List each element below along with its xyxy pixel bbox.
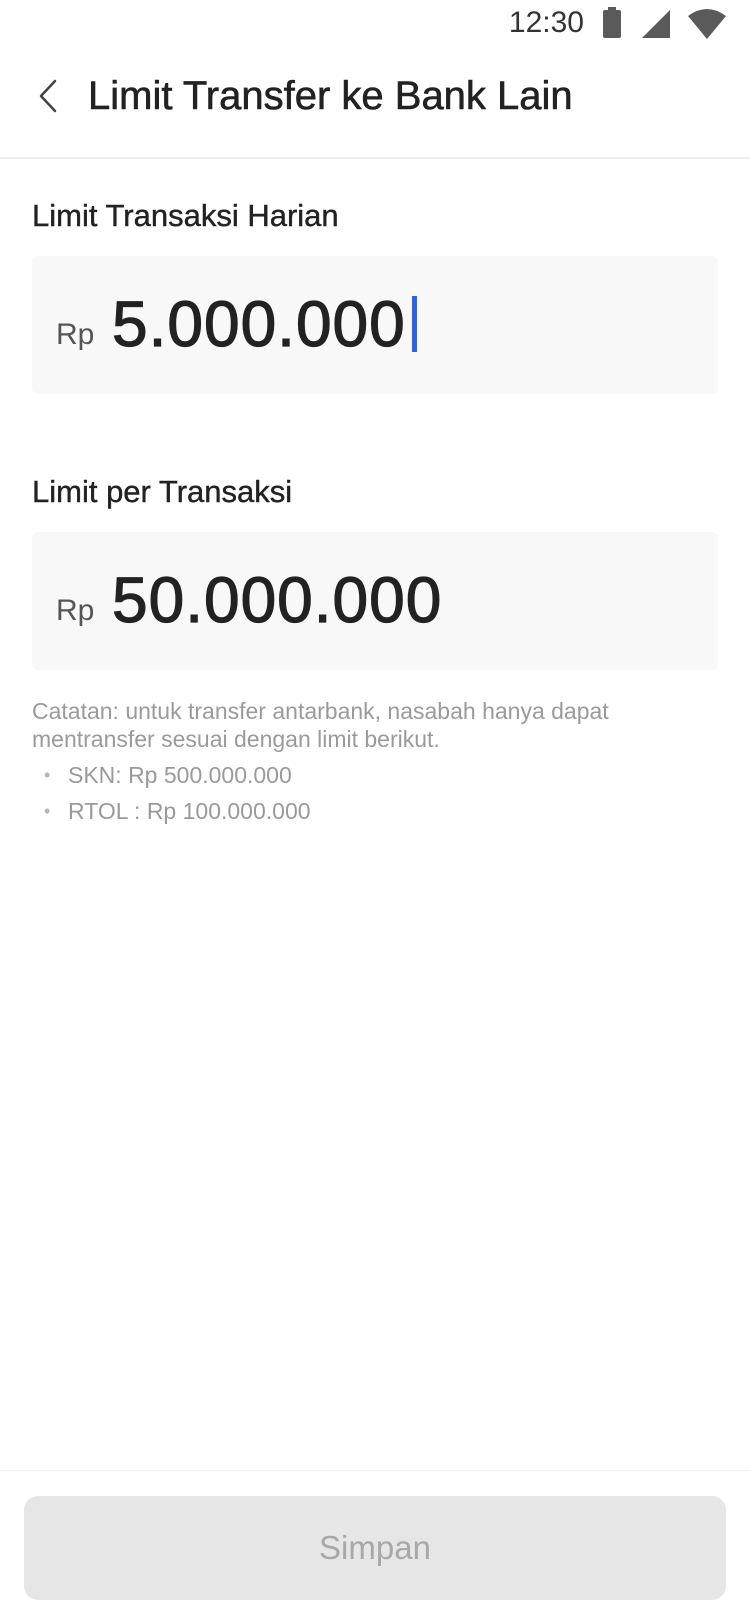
signal-icon bbox=[642, 10, 670, 38]
page-title: Limit Transfer ke Bank Lain bbox=[88, 74, 573, 119]
daily-limit-amount: 5.000.000 bbox=[111, 287, 406, 360]
daily-limit-amount-wrap: 5.000.000 bbox=[111, 286, 417, 362]
back-button[interactable] bbox=[28, 70, 68, 122]
daily-limit-input[interactable]: Rp 5.000.000 bbox=[32, 256, 718, 394]
battery-icon bbox=[603, 7, 621, 38]
limit-note-item-rtol: RTOL : Rp 100.000.000 bbox=[32, 797, 712, 825]
bottom-bar: Simpan bbox=[0, 1470, 750, 1624]
limit-note-item-skn: SKN: Rp 500.000.000 bbox=[32, 761, 712, 789]
limit-note-list: SKN: Rp 500.000.000 RTOL : Rp 100.000.00… bbox=[32, 761, 712, 825]
status-bar: 12:30 bbox=[0, 0, 750, 48]
per-transaction-limit-currency: Rp bbox=[56, 594, 95, 627]
wifi-icon bbox=[688, 9, 726, 39]
per-transaction-limit-input[interactable]: Rp 50.000.000 bbox=[32, 532, 718, 670]
limit-note-text: Catatan: untuk transfer antarbank, nasab… bbox=[32, 698, 609, 752]
chevron-left-icon bbox=[39, 79, 57, 113]
daily-limit-label: Limit Transaksi Harian bbox=[32, 198, 339, 233]
daily-limit-currency: Rp bbox=[56, 318, 95, 351]
status-time: 12:30 bbox=[508, 6, 584, 39]
limit-note: Catatan: untuk transfer antarbank, nasab… bbox=[32, 697, 712, 833]
per-transaction-limit-label: Limit per Transaksi bbox=[32, 474, 293, 509]
text-caret bbox=[411, 296, 417, 352]
app-header: Limit Transfer ke Bank Lain bbox=[0, 48, 750, 159]
per-transaction-limit-amount: 50.000.000 bbox=[111, 563, 443, 636]
save-button[interactable]: Simpan bbox=[24, 1496, 726, 1600]
